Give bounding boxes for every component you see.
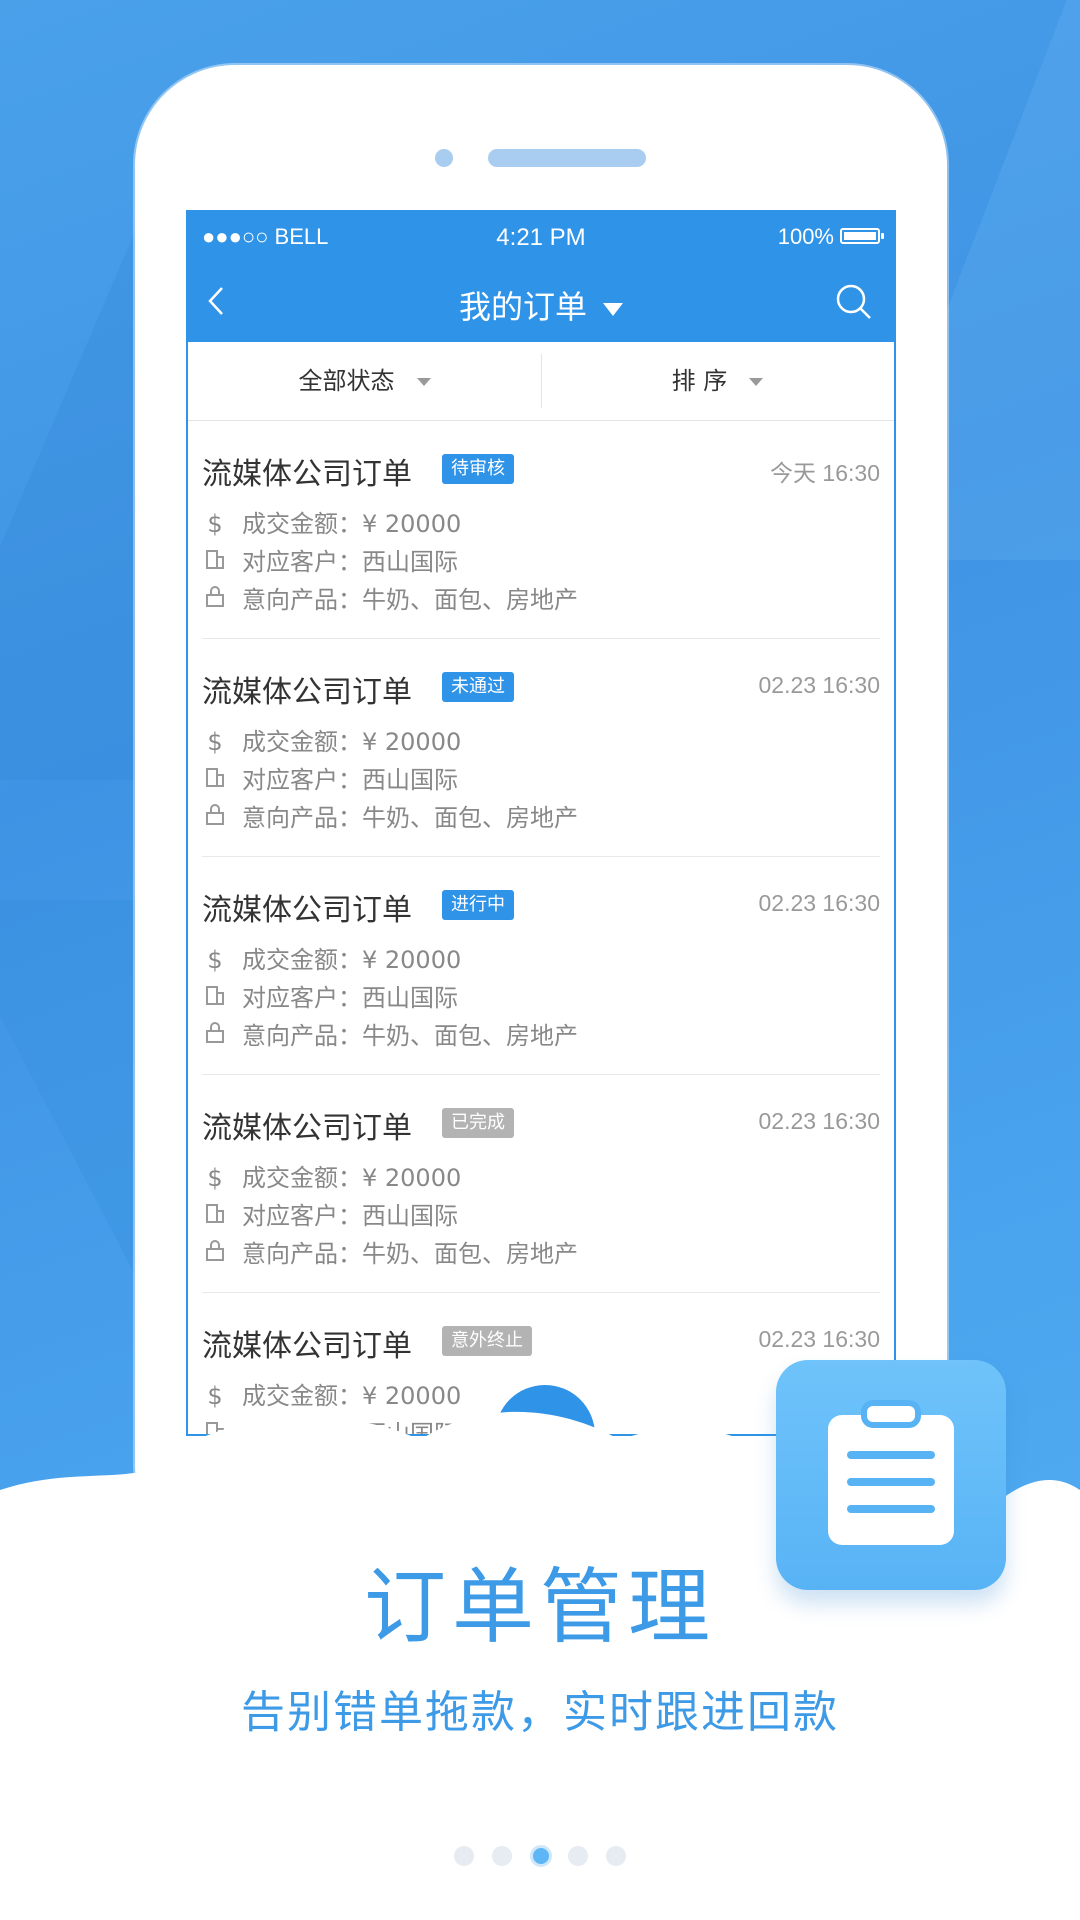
- page-dot[interactable]: [568, 1846, 588, 1866]
- promo-subtitle: 告别错单拖款，实时跟进回款: [241, 1687, 839, 1738]
- page-dot[interactable]: [492, 1846, 512, 1866]
- page-dot-active[interactable]: [530, 1845, 552, 1867]
- page-dot[interactable]: [606, 1846, 626, 1866]
- page-indicator: [454, 1845, 634, 1867]
- page-dot[interactable]: [454, 1846, 474, 1866]
- promo-headline: 订单管理: [363, 1560, 716, 1655]
